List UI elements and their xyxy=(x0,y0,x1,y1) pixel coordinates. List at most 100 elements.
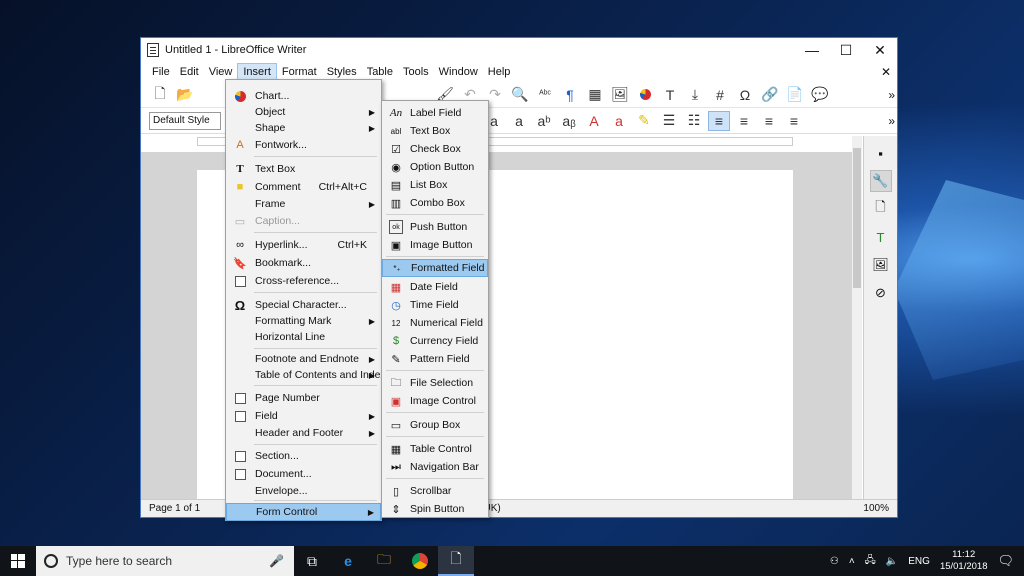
menu-item-navigation-bar[interactable]: ⏭ Navigation Bar xyxy=(382,458,488,476)
close-button[interactable]: ✕ xyxy=(863,38,897,62)
taskbar-search[interactable]: Type here to search 🎤 xyxy=(36,546,294,576)
insert-chart-icon[interactable] xyxy=(634,85,656,105)
menu-item-list-box[interactable]: ▤ List Box xyxy=(382,176,488,194)
menu-item-bookmark[interactable]: 🔖 Bookmark... xyxy=(226,254,381,272)
menu-item-time-field[interactable]: ◷ Time Field xyxy=(382,296,488,314)
task-view-icon[interactable]: ⧉ xyxy=(294,546,330,576)
menu-item-date-field[interactable]: ▦ Date Field xyxy=(382,278,488,296)
microphone-icon[interactable]: 🎤 xyxy=(269,554,284,568)
align-right-icon[interactable]: ≡ xyxy=(758,111,780,131)
spelling-icon[interactable]: ᴬᵇᶜ xyxy=(534,85,556,105)
menu-table[interactable]: Table xyxy=(362,64,398,80)
menu-view[interactable]: View xyxy=(204,64,238,80)
menu-item-header-footer[interactable]: Header and Footer ▶ xyxy=(226,424,381,442)
menu-item-document[interactable]: Document... xyxy=(226,465,381,483)
properties-icon[interactable]: 🔧 xyxy=(869,170,892,192)
windows-start-icon[interactable] xyxy=(0,546,36,576)
comment-icon[interactable]: 💬 xyxy=(809,85,831,105)
vertical-scrollbar[interactable] xyxy=(852,136,862,499)
volume-icon[interactable]: 🔈 xyxy=(886,556,898,567)
font-color-icon[interactable]: a xyxy=(608,111,630,131)
clock[interactable]: 11:12 15/01/2018 xyxy=(940,549,988,573)
menu-item-label-field[interactable]: An Label Field xyxy=(382,104,488,122)
special-character-icon[interactable]: Ω xyxy=(734,85,756,105)
subscript-icon[interactable]: aᵦ xyxy=(558,111,580,131)
chrome-icon[interactable] xyxy=(402,546,438,576)
menu-item-page-number[interactable]: Page Number xyxy=(226,389,381,407)
page-icon[interactable]: 🗋 xyxy=(870,198,892,220)
page-break-icon[interactable]: ⤓ xyxy=(684,85,706,105)
superscript-icon[interactable]: aᵇ xyxy=(533,111,555,131)
align-center-icon[interactable]: ≡ xyxy=(733,111,755,131)
menu-item-scrollbar[interactable]: ▯ Scrollbar xyxy=(382,482,488,500)
insert-image-icon[interactable]: 🖼 xyxy=(609,85,631,105)
menu-item-spin-button[interactable]: ⇕ Spin Button xyxy=(382,500,488,518)
menu-item-text-box[interactable]: abl Text Box xyxy=(382,122,488,140)
insert-table-icon[interactable]: ▦ xyxy=(584,85,606,105)
menu-item-horizontal-line[interactable]: Horizontal Line xyxy=(226,328,381,346)
menu-item-combo-box[interactable]: ▥ Combo Box xyxy=(382,194,488,212)
menu-item-caption[interactable]: ▭ Caption... xyxy=(226,212,381,230)
minimize-button[interactable]: — xyxy=(795,38,829,62)
clear-formatting-icon[interactable]: A xyxy=(583,111,605,131)
menu-help[interactable]: Help xyxy=(483,64,516,80)
maximize-button[interactable]: ☐ xyxy=(829,38,863,62)
menu-item-currency-field[interactable]: $ Currency Field xyxy=(382,332,488,350)
menu-item-section[interactable]: Section... xyxy=(226,447,381,465)
edge-icon[interactable]: e xyxy=(330,546,366,576)
navigator-icon[interactable]: ⊘ xyxy=(870,282,892,304)
menu-tools[interactable]: Tools xyxy=(398,64,434,80)
menu-item-table-of-contents[interactable]: Table of Contents and Index ▶ xyxy=(226,366,386,384)
menu-item-table-control[interactable]: ▦ Table Control xyxy=(382,440,488,458)
people-icon[interactable]: ⚇ xyxy=(830,556,839,567)
open-icon[interactable]: 📂 xyxy=(174,85,196,105)
file-explorer-icon[interactable]: 🗀 xyxy=(366,546,402,576)
align-left-icon[interactable]: ≡ xyxy=(708,110,730,131)
find-replace-icon[interactable]: 🔍 xyxy=(509,85,531,105)
menu-item-hyperlink[interactable]: ∞ Hyperlink... Ctrl+K xyxy=(226,236,381,254)
menu-item-form-control[interactable]: Form Control ▶ xyxy=(226,503,381,521)
menu-item-pattern-field[interactable]: ✎ Pattern Field xyxy=(382,350,488,368)
menu-item-image-button[interactable]: ▣ Image Button xyxy=(382,236,488,254)
libreoffice-writer-icon[interactable]: 🗋 xyxy=(438,546,474,576)
bullets-icon[interactable]: ☰ xyxy=(658,111,680,131)
footnote-icon[interactable]: 📄 xyxy=(784,85,806,105)
insert-textbox-icon[interactable]: T xyxy=(659,85,681,105)
menu-item-group-box[interactable]: ▭ Group Box xyxy=(382,416,488,434)
menu-window[interactable]: Window xyxy=(434,64,483,80)
menu-item-formatted-field[interactable]: *₊ Formatted Field xyxy=(382,259,488,277)
menu-item-check-box[interactable]: ☑ Check Box xyxy=(382,140,488,158)
formatting-marks-icon[interactable]: ¶ xyxy=(559,85,581,105)
justify-icon[interactable]: ≡ xyxy=(783,111,805,131)
paragraph-style-select[interactable]: Default Style xyxy=(149,111,221,130)
styles-icon[interactable]: T xyxy=(870,226,892,248)
network-icon[interactable]: 🖧 xyxy=(865,553,876,570)
menu-item-shape[interactable]: Shape ▶ xyxy=(226,119,381,137)
menu-item-push-button[interactable]: ok Push Button xyxy=(382,218,488,236)
toolbar-more-icon[interactable]: » xyxy=(888,114,895,128)
menu-item-comment[interactable]: ■ Comment Ctrl+Alt+C xyxy=(226,178,381,196)
menu-item-file-selection[interactable]: 🗀 File Selection xyxy=(382,374,488,392)
menu-file[interactable]: File xyxy=(147,64,175,80)
menu-item-image-control[interactable]: ▣ Image Control xyxy=(382,392,488,410)
menu-item-envelope[interactable]: Envelope... xyxy=(226,482,381,500)
highlight-icon[interactable]: ✎ xyxy=(633,111,655,131)
notifications-icon[interactable]: 🗨 xyxy=(997,553,1014,569)
new-document-icon[interactable]: 🗋 xyxy=(149,85,171,105)
menu-item-text-box[interactable]: T Text Box xyxy=(226,160,381,178)
toolbar-more-icon[interactable]: » xyxy=(888,88,895,102)
close-document-icon[interactable]: ✕ xyxy=(881,65,891,79)
input-language[interactable]: ENG xyxy=(908,556,930,567)
sidebar-menu-icon[interactable]: ▪ xyxy=(870,142,892,164)
menu-item-cross-reference[interactable]: Cross-reference... xyxy=(226,272,381,290)
menu-styles[interactable]: Styles xyxy=(322,64,362,80)
menu-edit[interactable]: Edit xyxy=(175,64,204,80)
menu-item-option-button[interactable]: ◉ Option Button xyxy=(382,158,488,176)
menu-format[interactable]: Format xyxy=(277,64,322,80)
menu-item-frame[interactable]: Frame ▶ xyxy=(226,195,381,213)
gallery-icon[interactable]: 🖼 xyxy=(870,254,892,276)
menu-item-fontwork[interactable]: A Fontwork... xyxy=(226,136,381,154)
insert-field-icon[interactable]: # xyxy=(709,85,731,105)
show-hidden-icons-icon[interactable]: ˄ xyxy=(849,556,855,567)
zoom-level[interactable]: 100% xyxy=(863,503,889,514)
